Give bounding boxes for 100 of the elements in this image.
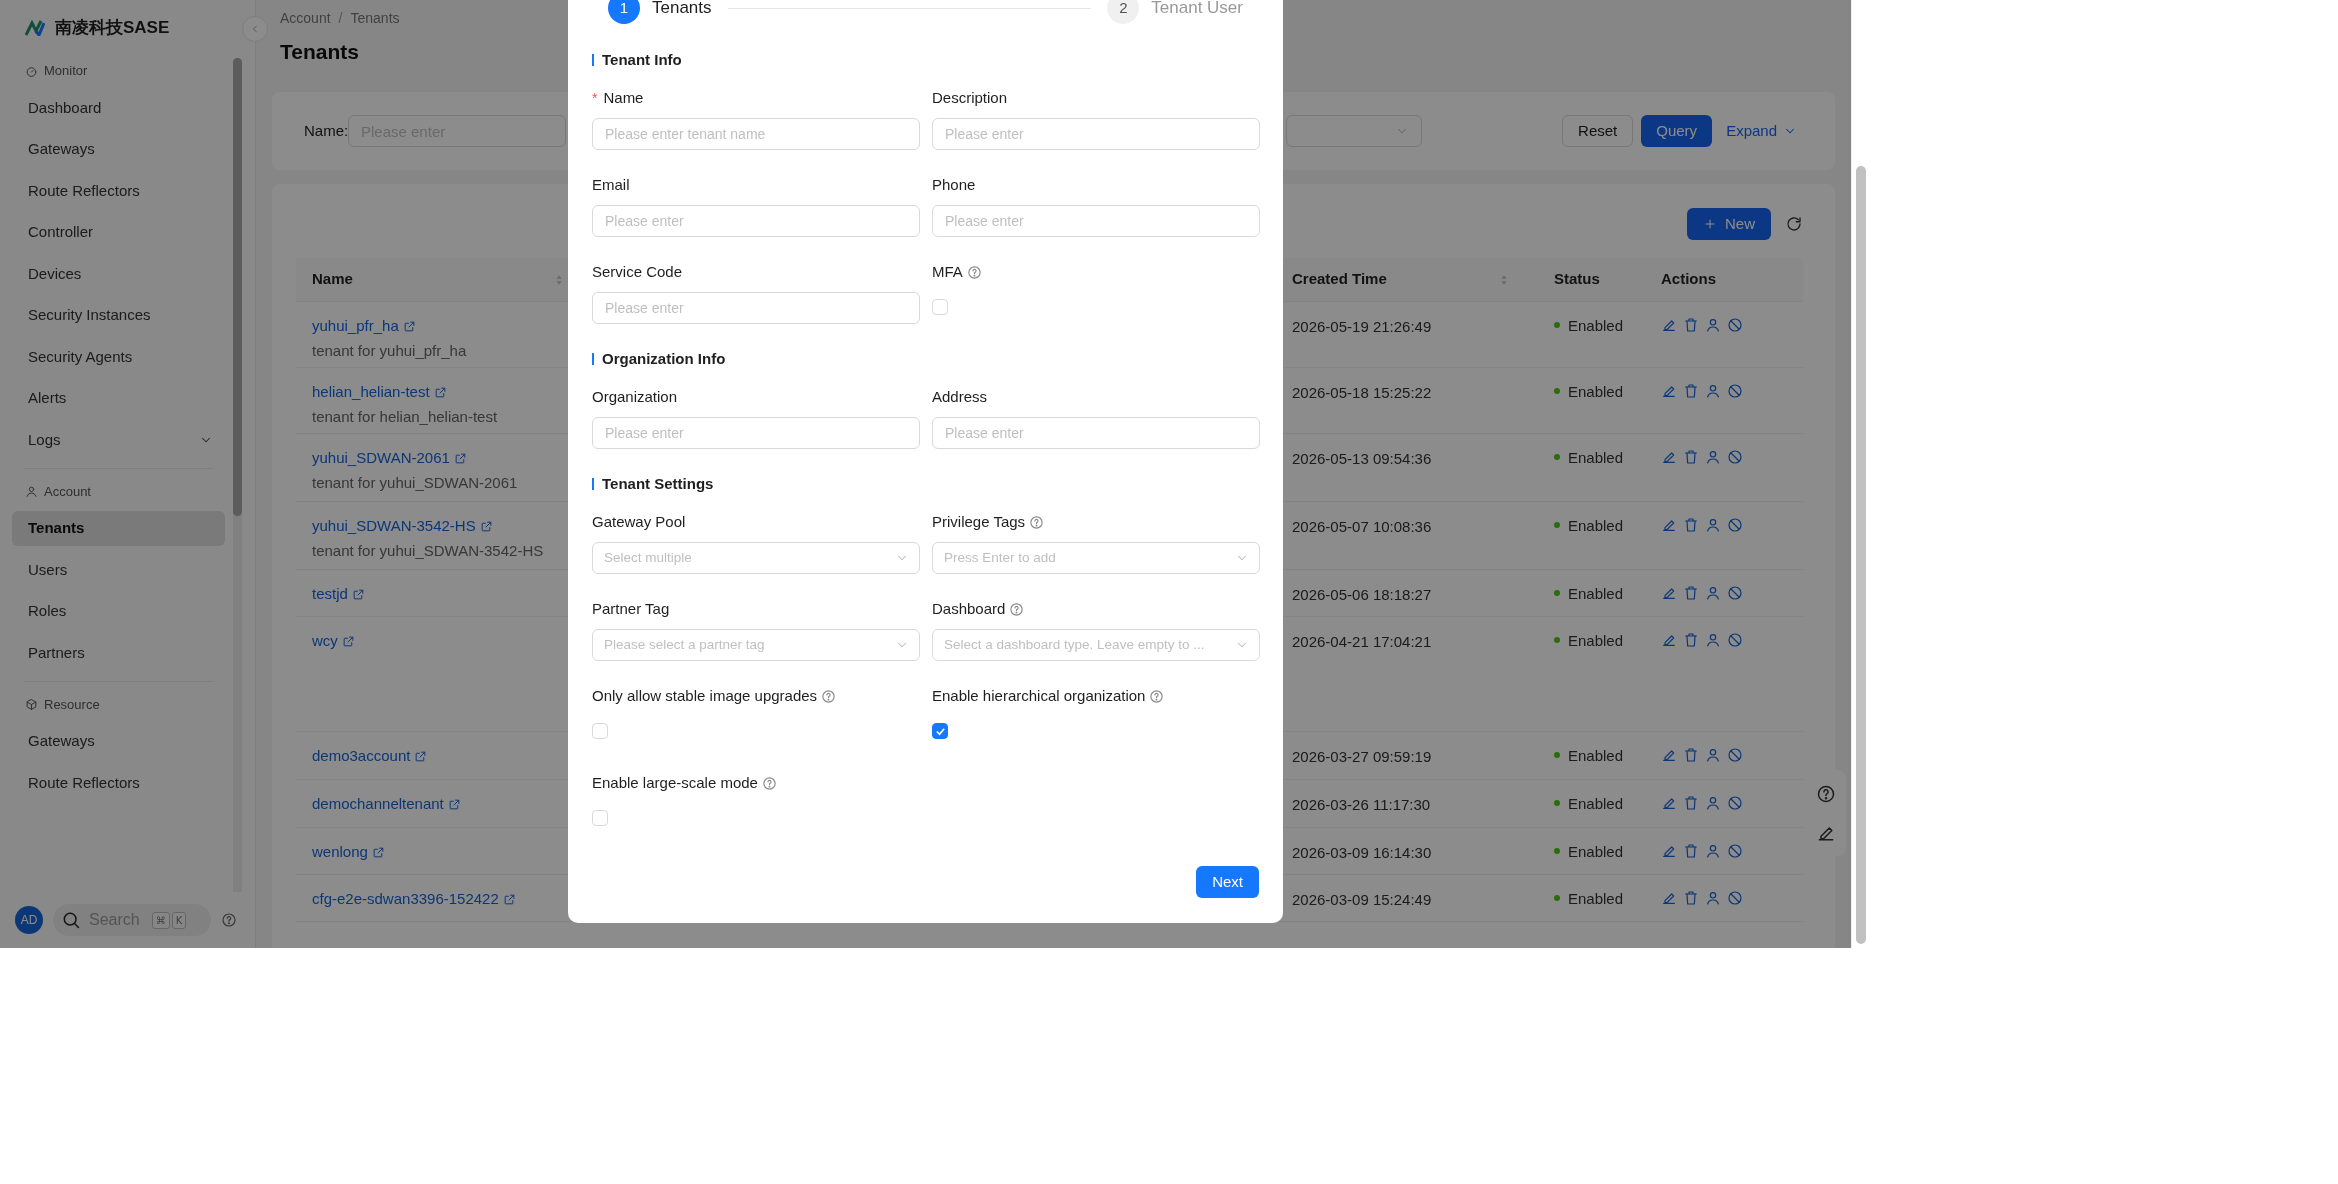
ban-icon[interactable] bbox=[1727, 449, 1743, 465]
input-field[interactable]: Please enter bbox=[932, 205, 1260, 237]
external-link-icon[interactable] bbox=[341, 634, 355, 648]
scrollbar-thumb[interactable] bbox=[1856, 166, 1866, 944]
select-field[interactable]: Select multiple bbox=[592, 542, 920, 574]
external-link-icon[interactable] bbox=[433, 385, 447, 399]
reset-button[interactable]: Reset bbox=[1562, 115, 1634, 147]
trash-icon[interactable] bbox=[1683, 517, 1699, 533]
tenant-link[interactable]: yuhui_SDWAN-3542-HS bbox=[312, 515, 476, 538]
edit-icon[interactable] bbox=[1661, 747, 1677, 763]
input-field[interactable]: Please enter tenant name bbox=[592, 118, 920, 150]
trash-icon[interactable] bbox=[1683, 585, 1699, 601]
external-link-icon[interactable] bbox=[402, 319, 416, 333]
edit-icon[interactable] bbox=[1661, 317, 1677, 333]
refresh-icon[interactable] bbox=[1785, 215, 1803, 233]
trash-icon[interactable] bbox=[1683, 747, 1699, 763]
sidebar-item[interactable]: Gateways bbox=[12, 724, 225, 759]
select-field[interactable]: Press Enter to add bbox=[932, 542, 1260, 574]
input-field[interactable]: Please enter bbox=[592, 417, 920, 449]
user-icon[interactable] bbox=[1705, 383, 1721, 399]
external-link-icon[interactable] bbox=[414, 749, 428, 763]
external-link-icon[interactable] bbox=[351, 587, 365, 601]
user-icon[interactable] bbox=[1705, 890, 1721, 906]
user-icon[interactable] bbox=[1705, 317, 1721, 333]
scrollbar-thumb[interactable] bbox=[233, 58, 242, 516]
sidebar-item[interactable]: Logs bbox=[12, 422, 225, 458]
external-link-icon[interactable] bbox=[447, 797, 461, 811]
sidebar-item[interactable]: Security Agents bbox=[12, 339, 225, 375]
trash-icon[interactable] bbox=[1683, 317, 1699, 333]
trash-icon[interactable] bbox=[1683, 795, 1699, 811]
edit-icon[interactable] bbox=[1661, 517, 1677, 533]
next-button[interactable]: Next bbox=[1196, 866, 1259, 898]
new-button[interactable]: New bbox=[1687, 208, 1771, 240]
tenant-link[interactable]: yuhui_SDWAN-2061 bbox=[312, 447, 450, 470]
edit-icon[interactable] bbox=[1661, 795, 1677, 811]
trash-icon[interactable] bbox=[1683, 632, 1699, 648]
sidebar-item[interactable]: Alerts bbox=[12, 381, 225, 416]
external-link-icon[interactable] bbox=[502, 892, 516, 906]
trash-icon[interactable] bbox=[1683, 449, 1699, 465]
breadcrumb-item[interactable]: Account bbox=[280, 7, 331, 29]
ban-icon[interactable] bbox=[1727, 517, 1743, 533]
external-link-icon[interactable] bbox=[453, 451, 467, 465]
checkbox[interactable] bbox=[932, 723, 948, 739]
tenant-link[interactable]: wcy bbox=[312, 630, 338, 653]
sidebar-item[interactable]: Dashboard bbox=[12, 90, 225, 126]
user-icon[interactable] bbox=[1705, 585, 1721, 601]
user-icon[interactable] bbox=[1705, 795, 1721, 811]
input-field[interactable]: Please enter bbox=[932, 417, 1260, 449]
sidebar-item[interactable]: Gateways bbox=[12, 132, 225, 167]
ban-icon[interactable] bbox=[1727, 843, 1743, 859]
sidebar-item[interactable]: Tenants bbox=[12, 511, 225, 546]
ban-icon[interactable] bbox=[1727, 795, 1743, 811]
ban-icon[interactable] bbox=[1727, 585, 1743, 601]
tenant-link[interactable]: demo3account bbox=[312, 745, 411, 768]
select-field[interactable] bbox=[1286, 115, 1422, 147]
edit-icon[interactable] bbox=[1661, 632, 1677, 648]
input-field[interactable]: Please enter bbox=[592, 292, 920, 324]
tenant-link[interactable]: cfg-e2e-sdwan3396-152422 bbox=[312, 888, 499, 911]
ban-icon[interactable] bbox=[1727, 383, 1743, 399]
sidebar-item[interactable]: Controller bbox=[12, 215, 225, 250]
trash-icon[interactable] bbox=[1683, 843, 1699, 859]
edit-icon[interactable] bbox=[1661, 585, 1677, 601]
help-icon[interactable] bbox=[1816, 783, 1836, 804]
tenant-link[interactable]: yuhui_pfr_ha bbox=[312, 315, 399, 338]
edit-icon[interactable] bbox=[1661, 383, 1677, 399]
tenant-link[interactable]: demochanneltenant bbox=[312, 793, 444, 816]
help-icon[interactable] bbox=[221, 912, 237, 928]
sidebar-item[interactable]: Partners bbox=[12, 635, 225, 671]
sidebar-item[interactable]: Devices bbox=[12, 256, 225, 292]
sidebar-item[interactable]: Users bbox=[12, 552, 225, 588]
ban-icon[interactable] bbox=[1727, 747, 1743, 763]
tenant-link[interactable]: testjd bbox=[312, 583, 348, 606]
select-field[interactable]: Please select a partner tag bbox=[592, 629, 920, 661]
user-icon[interactable] bbox=[1705, 747, 1721, 763]
ban-icon[interactable] bbox=[1727, 890, 1743, 906]
user-icon[interactable] bbox=[1705, 449, 1721, 465]
sidebar-item[interactable]: Route Reflectors bbox=[12, 765, 225, 801]
user-icon[interactable] bbox=[1705, 843, 1721, 859]
edit-icon[interactable] bbox=[1661, 449, 1677, 465]
query-button[interactable]: Query bbox=[1641, 115, 1713, 147]
external-link-icon[interactable] bbox=[371, 845, 385, 859]
tenant-link[interactable]: wenlong bbox=[312, 841, 368, 864]
edit-icon[interactable] bbox=[1661, 843, 1677, 859]
ban-icon[interactable] bbox=[1727, 317, 1743, 333]
user-avatar[interactable]: AD bbox=[15, 906, 43, 934]
edit-icon[interactable] bbox=[1661, 890, 1677, 906]
sidebar-item[interactable]: Security Instances bbox=[12, 298, 225, 333]
sidebar-item[interactable]: Route Reflectors bbox=[12, 173, 225, 209]
user-icon[interactable] bbox=[1705, 632, 1721, 648]
trash-icon[interactable] bbox=[1683, 890, 1699, 906]
tenant-link[interactable]: helian_helian-test bbox=[312, 381, 430, 404]
external-link-icon[interactable] bbox=[479, 519, 493, 533]
trash-icon[interactable] bbox=[1683, 383, 1699, 399]
expand-button[interactable]: Expand bbox=[1720, 115, 1803, 147]
input-field[interactable]: Please enter bbox=[932, 118, 1260, 150]
user-icon[interactable] bbox=[1705, 517, 1721, 533]
ban-icon[interactable] bbox=[1727, 632, 1743, 648]
input-field[interactable]: Please enter bbox=[592, 205, 920, 237]
sidebar-item[interactable]: Roles bbox=[12, 594, 225, 629]
select-field[interactable]: Select a dashboard type. Leave empty to ... bbox=[932, 629, 1260, 661]
